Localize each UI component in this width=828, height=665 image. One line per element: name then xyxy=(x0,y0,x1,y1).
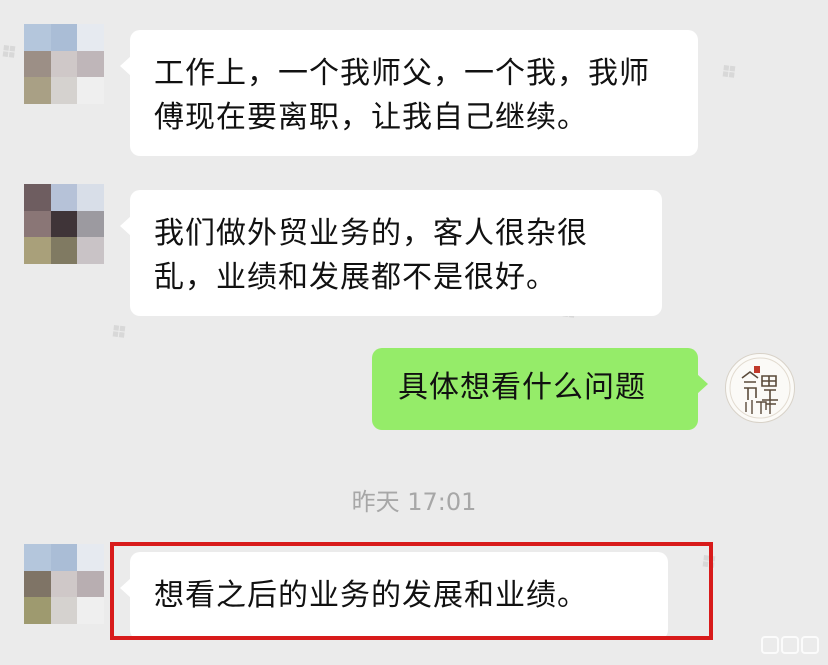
seal-logo-icon[interactable] xyxy=(725,353,795,423)
watermark: ❖ xyxy=(714,56,746,89)
message-text: 想看之后的业务的发展和业绩。 xyxy=(154,578,588,613)
contact-avatar[interactable] xyxy=(24,184,104,264)
message-text: 工作上，一个我师父，一个我，我师傅现在要离职，让我自己继续。 xyxy=(154,56,650,135)
contact-avatar[interactable] xyxy=(24,24,104,104)
watermark: ❖ xyxy=(104,316,136,349)
corner-logo-icon xyxy=(761,636,819,654)
watermark: ❖ xyxy=(0,36,26,69)
watermark: ❖ xyxy=(694,546,726,579)
message-timestamp: 昨天 17:01 xyxy=(351,488,477,516)
message-bubble[interactable]: 我们做外贸业务的，客人很杂很乱，业绩和发展都不是很好。 xyxy=(120,190,662,316)
contact-avatar[interactable] xyxy=(24,544,104,624)
message-bubble[interactable]: 想看之后的业务的发展和业绩。 xyxy=(120,552,668,640)
message-text: 我们做外贸业务的，客人很杂很乱，业绩和发展都不是很好。 xyxy=(154,216,588,295)
message-bubble[interactable]: 工作上，一个我师父，一个我，我师傅现在要离职，让我自己继续。 xyxy=(120,30,698,156)
message-text: 具体想看什么问题 xyxy=(398,370,646,405)
chat-screen: ❖ ❖ ❖ ❖ ❖ ❖ 工作上，一个我师父，一个我，我师傅现在要离职，让我自己继… xyxy=(0,0,828,665)
message-bubble[interactable]: 具体想看什么问题 xyxy=(372,348,708,430)
